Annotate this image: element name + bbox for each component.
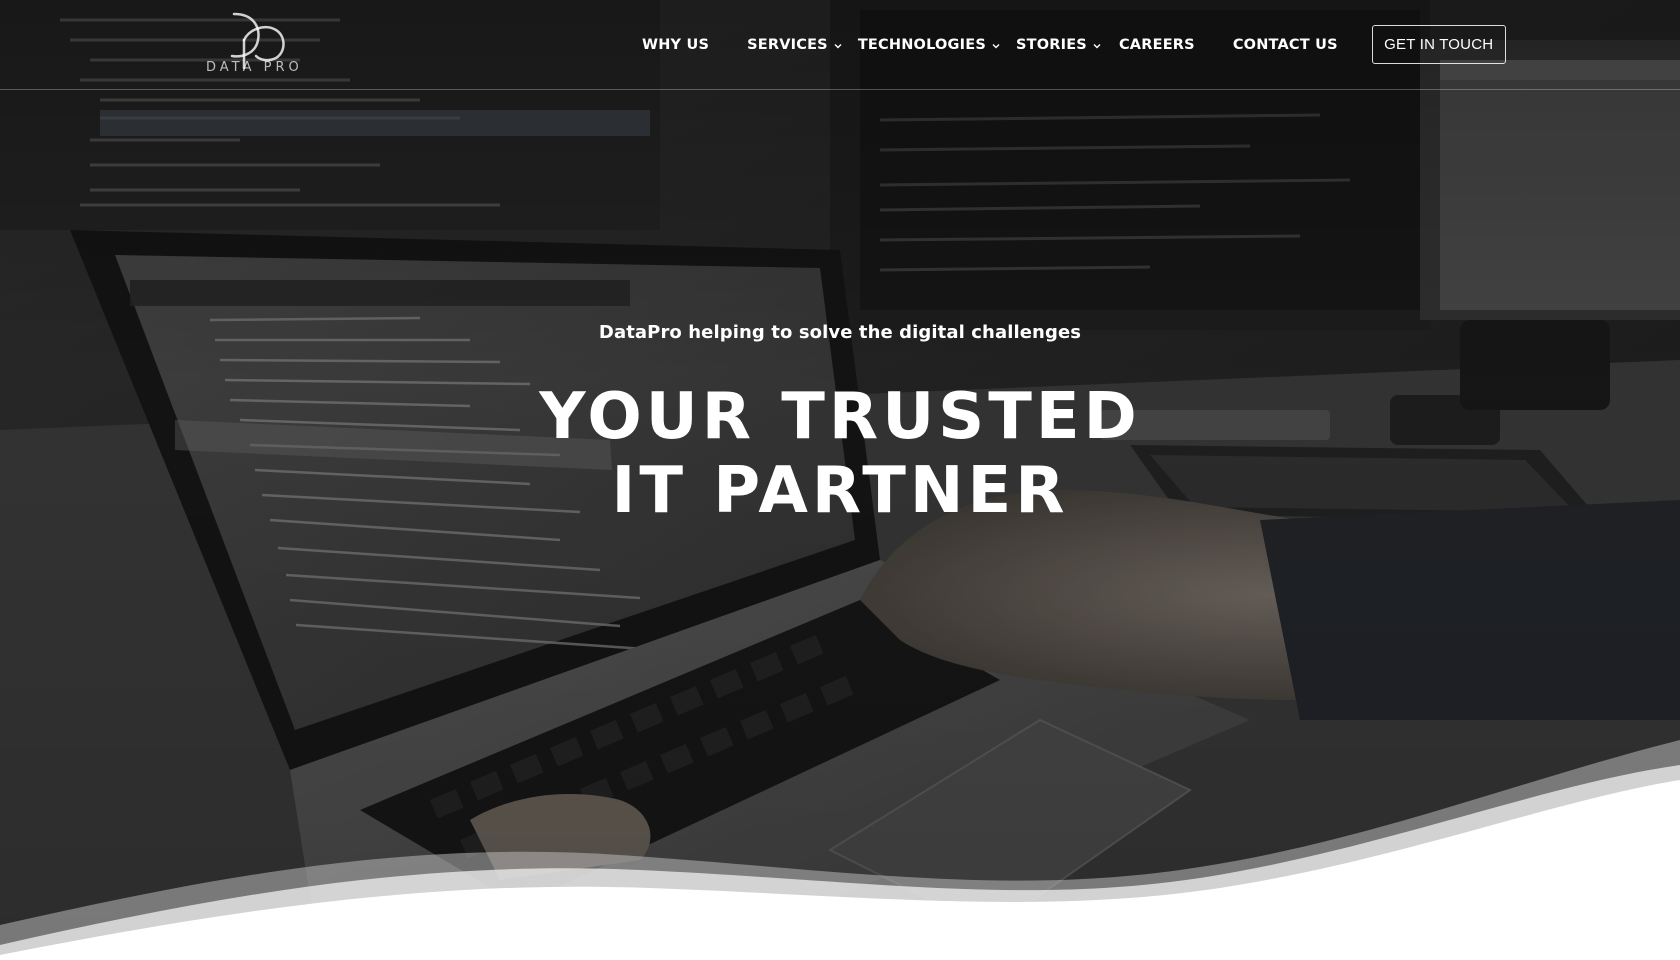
nav-technologies[interactable]: TECHNOLOGIES	[858, 25, 1002, 65]
hero-content: DataPro helping to solve the digital cha…	[0, 318, 1680, 528]
hero-wave-divider	[0, 740, 1680, 960]
get-in-touch-button[interactable]: GET IN TOUCH	[1371, 25, 1506, 64]
hero-tagline: DataPro helping to solve the digital cha…	[598, 322, 1082, 343]
chevron-down-icon[interactable]	[990, 40, 1002, 52]
datapro-logo[interactable]: DATA PRO	[200, 10, 310, 82]
chevron-down-icon[interactable]	[832, 40, 844, 52]
hero-headline-line-1: YOUR TRUSTED	[539, 380, 1141, 454]
nav-contact-us-label: CONTACT US	[1232, 36, 1338, 53]
chevron-down-icon[interactable]	[1091, 40, 1103, 52]
nav-careers[interactable]: CAREERS	[1119, 25, 1195, 65]
page: DATA PRO WHY US SERVICES TECHNOLOGIES ST…	[0, 0, 1680, 960]
site-header: DATA PRO WHY US SERVICES TECHNOLOGIES ST…	[0, 0, 1680, 90]
nav-why-us-label: WHY US	[642, 36, 710, 53]
nav-technologies-label: TECHNOLOGIES	[857, 36, 986, 53]
nav-stories[interactable]: STORIES	[1016, 25, 1103, 65]
hero-headline-line-2: IT PARTNER	[611, 454, 1069, 528]
nav-careers-label: CAREERS	[1118, 36, 1195, 53]
hero-headline: YOUR TRUSTED IT PARTNER	[0, 380, 1680, 528]
nav-contact-us[interactable]: CONTACT US	[1233, 25, 1338, 65]
logo-wordmark: DATA PRO	[206, 60, 303, 75]
nav-why-us[interactable]: WHY US	[642, 25, 709, 65]
nav-services-label: SERVICES	[747, 36, 828, 53]
main-navigation: WHY US SERVICES TECHNOLOGIES STORIES CAR…	[642, 0, 1506, 89]
nav-stories-label: STORIES	[1015, 36, 1087, 53]
nav-services[interactable]: SERVICES	[747, 25, 844, 65]
